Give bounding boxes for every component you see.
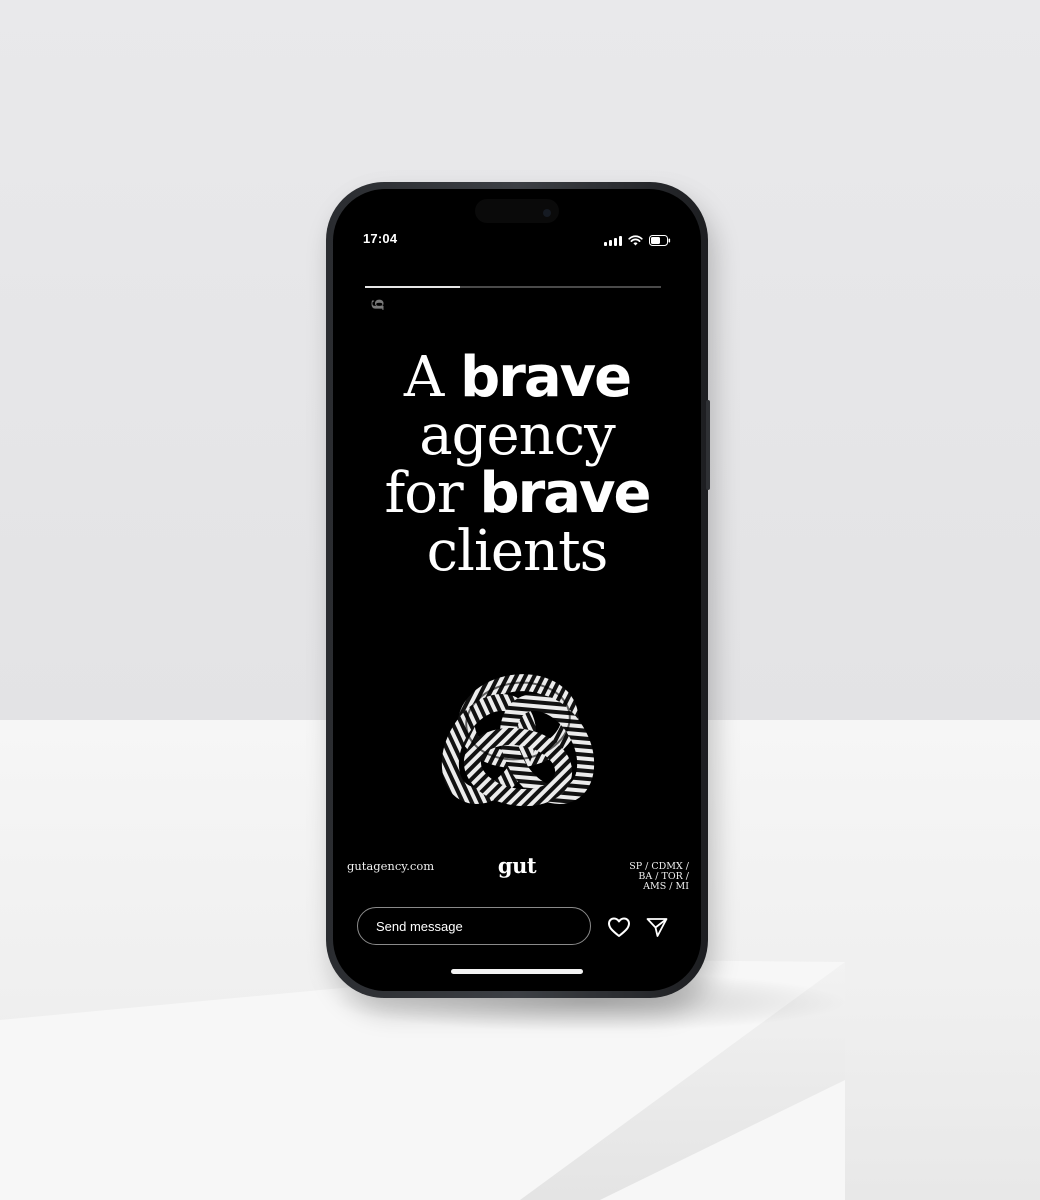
send-icon[interactable] [645, 916, 669, 938]
wifi-icon [628, 235, 643, 246]
headline-bold-word: brave [460, 345, 632, 410]
signal-icon [604, 236, 622, 246]
story-progress-bar [365, 286, 661, 288]
profile-avatar[interactable]: g [364, 299, 390, 321]
headline-word: for [384, 461, 463, 526]
heart-icon[interactable] [607, 916, 631, 938]
story-progress-fill [365, 286, 460, 288]
send-message-input[interactable] [357, 907, 591, 945]
story-headline: A brave agency for brave clients [333, 349, 701, 581]
status-icons [604, 235, 671, 246]
front-camera [543, 209, 551, 217]
power-button [706, 400, 710, 490]
home-indicator[interactable] [451, 969, 583, 974]
cities-line: AMS / MI [643, 881, 689, 892]
office-cities: SP / CDMX / BA / TOR / AMS / MI [617, 862, 689, 892]
knot-illustration [441, 674, 595, 807]
status-time: 17:04 [363, 231, 398, 246]
headline-word: A [403, 345, 444, 410]
headline-line: agency [419, 403, 615, 468]
headline-line: clients [426, 519, 609, 584]
headline-bold-word: brave [479, 461, 652, 526]
battery-icon [649, 235, 671, 246]
phone-screen: 17:04 g A brave agency for brave clients [333, 189, 701, 991]
